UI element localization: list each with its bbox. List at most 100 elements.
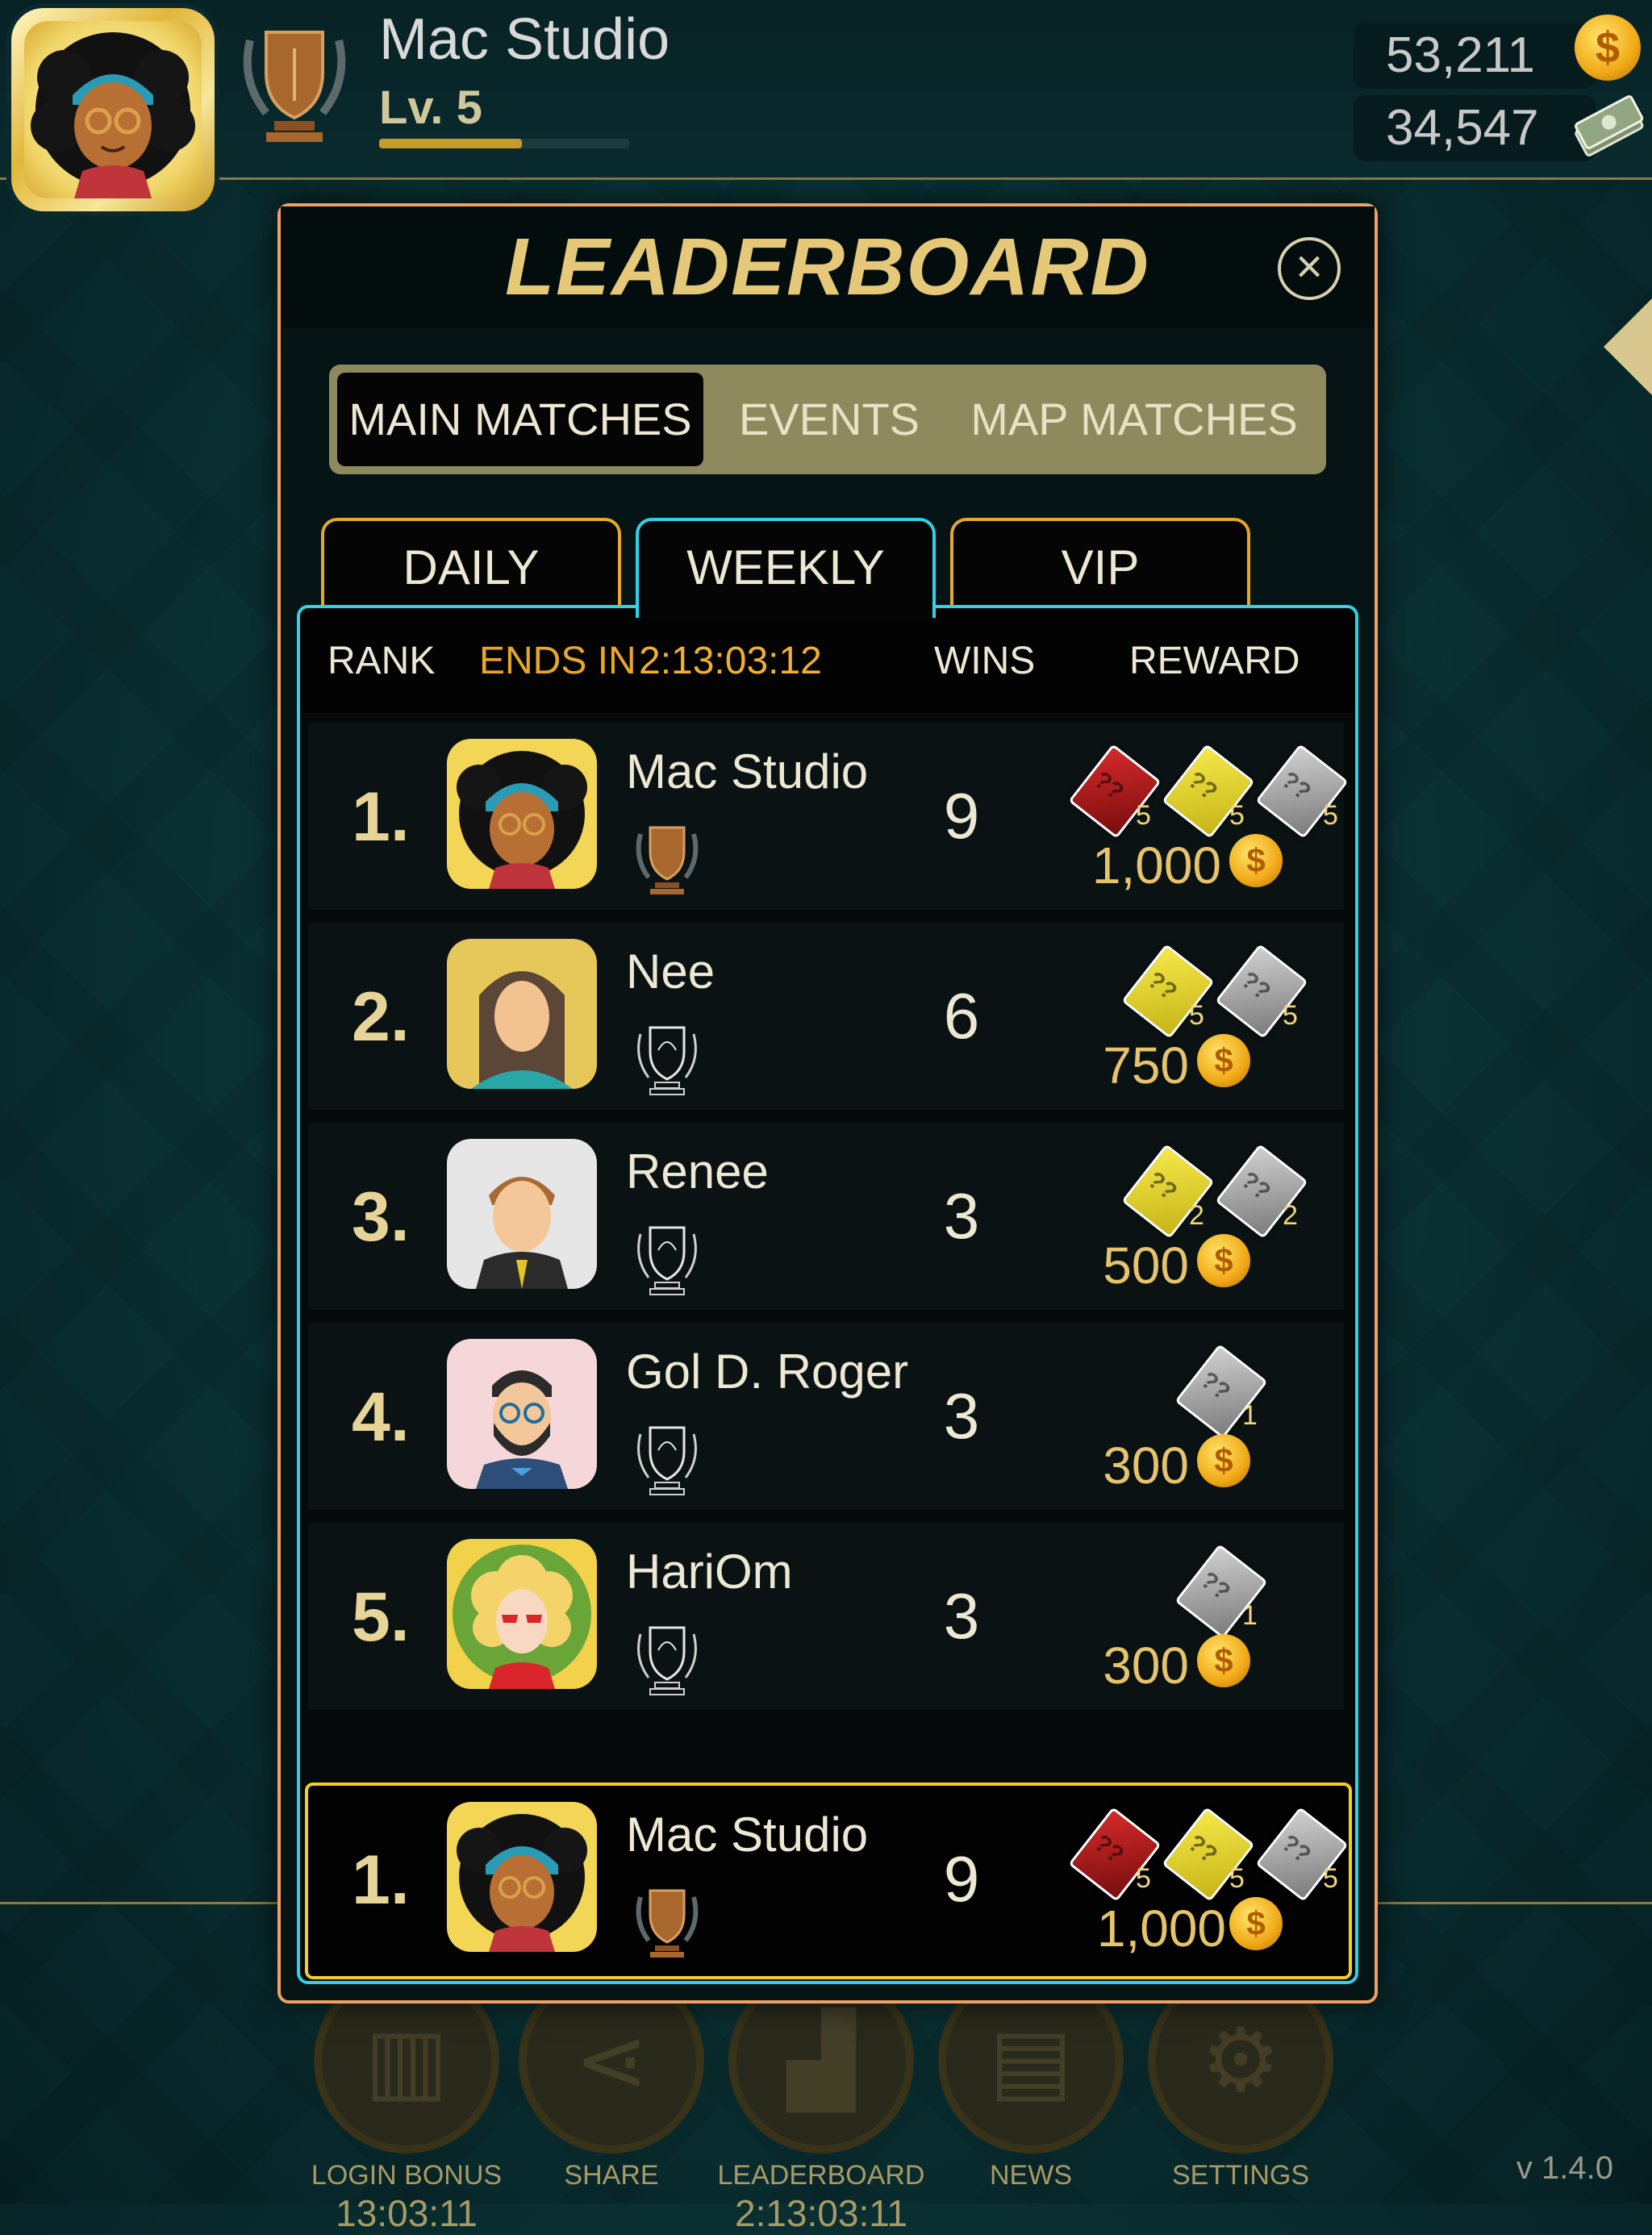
bronze-trophy-icon — [234, 16, 355, 145]
reward-coins: 1,000 — [1091, 836, 1221, 894]
nav-leaderboard[interactable]: ▟ LEADERBOARD 2:13:03:11 — [716, 1968, 926, 2235]
player-name: Gol D. Roger — [626, 1345, 909, 1399]
player-name: Mac Studio — [626, 1808, 869, 1862]
wins-count: 3 — [943, 1180, 980, 1252]
current-player-row[interactable]: 1. Mac Studio 9?? 5?? 5?? 5 1,000 $ — [305, 1783, 1352, 1979]
ticket-count: 5 — [1229, 800, 1245, 831]
header-ends-timer: 2:13:03:12 — [639, 640, 822, 682]
reward-tickets: ?? 2?? 2 — [1034, 1137, 1341, 1239]
match-type-segmented-control: MAIN MATCHES EVENTS MAP MATCHES — [329, 365, 1326, 474]
player-avatar — [447, 939, 597, 1089]
reward-coins: 300 — [1103, 1637, 1189, 1695]
ticket-count: 5 — [1323, 1863, 1338, 1894]
player-name: Renee — [626, 1145, 769, 1199]
rank-number: 1. — [352, 1841, 410, 1919]
ticket-count: 5 — [1323, 800, 1338, 831]
ticket-count: 5 — [1283, 1000, 1298, 1031]
side-panel-arrow-icon[interactable] — [1604, 298, 1652, 395]
nav-timer: 2:13:03:11 — [734, 2192, 907, 2234]
wins-count: 6 — [943, 980, 980, 1052]
reward-tickets: ?? 5?? 5?? 5 — [1034, 1800, 1349, 1902]
ticket-yellow-icon: ?? 5 — [1162, 1807, 1255, 1902]
rank-number: 5. — [352, 1578, 410, 1656]
ticket-silver-icon: ?? 5 — [1215, 944, 1308, 1039]
wins-count: 9 — [943, 780, 980, 852]
leaderboard-modal: LEADERBOARD × MAIN MATCHES EVENTS MAP MA… — [277, 203, 1378, 2004]
nav-label: LOGIN BONUS — [311, 2160, 503, 2191]
player-name: Mac Studio — [379, 7, 670, 72]
header-rank: RANK — [327, 640, 436, 682]
ticket-count: 5 — [1189, 1000, 1204, 1031]
player-name: HariOm — [626, 1545, 793, 1599]
leaderboard-row[interactable]: 4. Gol D. Roger 3 ?? 1 300 $ — [308, 1323, 1344, 1510]
segment-main-matches[interactable]: MAIN MATCHES — [337, 373, 703, 466]
player-name: Nee — [626, 944, 715, 999]
ticket-silver-icon: ?? 1 — [1174, 1344, 1268, 1439]
wins-count: 3 — [943, 1580, 980, 1652]
close-icon: × — [1295, 240, 1323, 293]
wins-count: 3 — [943, 1380, 980, 1452]
coin-icon: $ — [1229, 834, 1283, 887]
trophy-badge-icon — [631, 1018, 703, 1095]
nav-timer: 13:03:11 — [336, 2192, 478, 2234]
coin-icon: $ — [1197, 1234, 1250, 1287]
nav-login-bonus[interactable]: ▥ LOGIN BONUS 13:03:11 — [302, 1968, 511, 2235]
coin-icon: $ — [1229, 1897, 1283, 1950]
ticket-yellow-icon: ?? 5 — [1121, 944, 1215, 1039]
ticket-count: 1 — [1242, 1400, 1258, 1431]
tab-vip[interactable]: VIP — [950, 518, 1250, 611]
reward-coins: 500 — [1103, 1236, 1189, 1295]
coin-icon: $ — [1197, 1434, 1250, 1487]
player-level: Lv. 5 — [379, 81, 482, 134]
header-reward: REWARD — [1129, 640, 1300, 682]
trophy-badge-icon — [631, 1218, 703, 1295]
ticket-yellow-icon: ?? 2 — [1121, 1144, 1215, 1239]
ticket-silver-icon: ?? 2 — [1215, 1144, 1308, 1239]
trophy-badge-icon — [631, 1418, 703, 1495]
reward-coins: 1,000 — [1096, 1899, 1226, 1958]
level-progress-bar — [379, 139, 629, 148]
player-avatar — [447, 1339, 597, 1489]
leaderboard-row[interactable]: 5. HariOm 3 ?? 1 300 $ — [308, 1523, 1344, 1710]
rank-number: 2. — [352, 978, 410, 1056]
ticket-count: 2 — [1189, 1200, 1204, 1231]
nav-label: SETTINGS — [1171, 2160, 1310, 2191]
rank-number: 1. — [352, 778, 410, 856]
reward-coins: 300 — [1103, 1436, 1189, 1495]
nav-label: LEADERBOARD — [717, 2160, 925, 2191]
ticket-silver-icon: ?? 1 — [1174, 1544, 1268, 1639]
player-name: Mac Studio — [626, 744, 869, 799]
close-button[interactable]: × — [1278, 237, 1341, 300]
coin-balance[interactable]: 53,211 — [1354, 23, 1596, 89]
coin-icon: $ — [1575, 15, 1641, 81]
tab-weekly[interactable]: WEEKLY — [636, 518, 936, 618]
reward-tickets: ?? 5?? 5?? 5 — [1034, 737, 1349, 839]
header-wins: WINS — [934, 640, 1036, 682]
reward-coins: 750 — [1103, 1036, 1189, 1095]
version-label: v 1.4.0 — [1516, 2150, 1613, 2186]
avatar-image — [24, 21, 202, 198]
ticket-count: 2 — [1283, 1200, 1298, 1231]
tab-daily[interactable]: DAILY — [321, 518, 621, 611]
cash-balance[interactable]: 34,547 — [1354, 95, 1596, 161]
reward-tickets: ?? 5?? 5 — [1034, 937, 1341, 1039]
leaderboard-row[interactable]: 3. Renee 3?? 2?? 2 500 $ — [308, 1123, 1344, 1310]
player-avatar — [447, 1802, 597, 1952]
player-avatar — [447, 1539, 597, 1689]
ticket-red-icon: ?? 5 — [1068, 744, 1162, 839]
top-bar: Mac Studio Lv. 5 53,211 $ 34,547 — [0, 0, 1652, 211]
nav-label: SHARE — [564, 2160, 659, 2191]
reward-tickets: ?? 1 — [1034, 1537, 1341, 1639]
segment-map-matches[interactable]: MAP MATCHES — [950, 373, 1318, 466]
level-progress-fill — [379, 139, 522, 148]
leaderboard-row[interactable]: 2. Nee 6?? 5?? 5 750 $ — [308, 923, 1344, 1110]
rank-number: 3. — [352, 1178, 410, 1256]
ticket-count: 5 — [1136, 800, 1151, 831]
segment-events[interactable]: EVENTS — [716, 373, 942, 466]
wins-count: 9 — [943, 1843, 980, 1915]
table-header: RANK ENDS IN 2:13:03:12 WINS REWARD — [300, 608, 1355, 713]
leaderboard-row[interactable]: 1. Mac Studio 9 ?? 5?? 5?? 5 1,000 $ — [308, 723, 1349, 910]
player-avatar[interactable] — [11, 8, 215, 211]
modal-title: LEADERBOARD — [505, 222, 1150, 312]
trophy-badge-icon — [631, 1618, 703, 1695]
